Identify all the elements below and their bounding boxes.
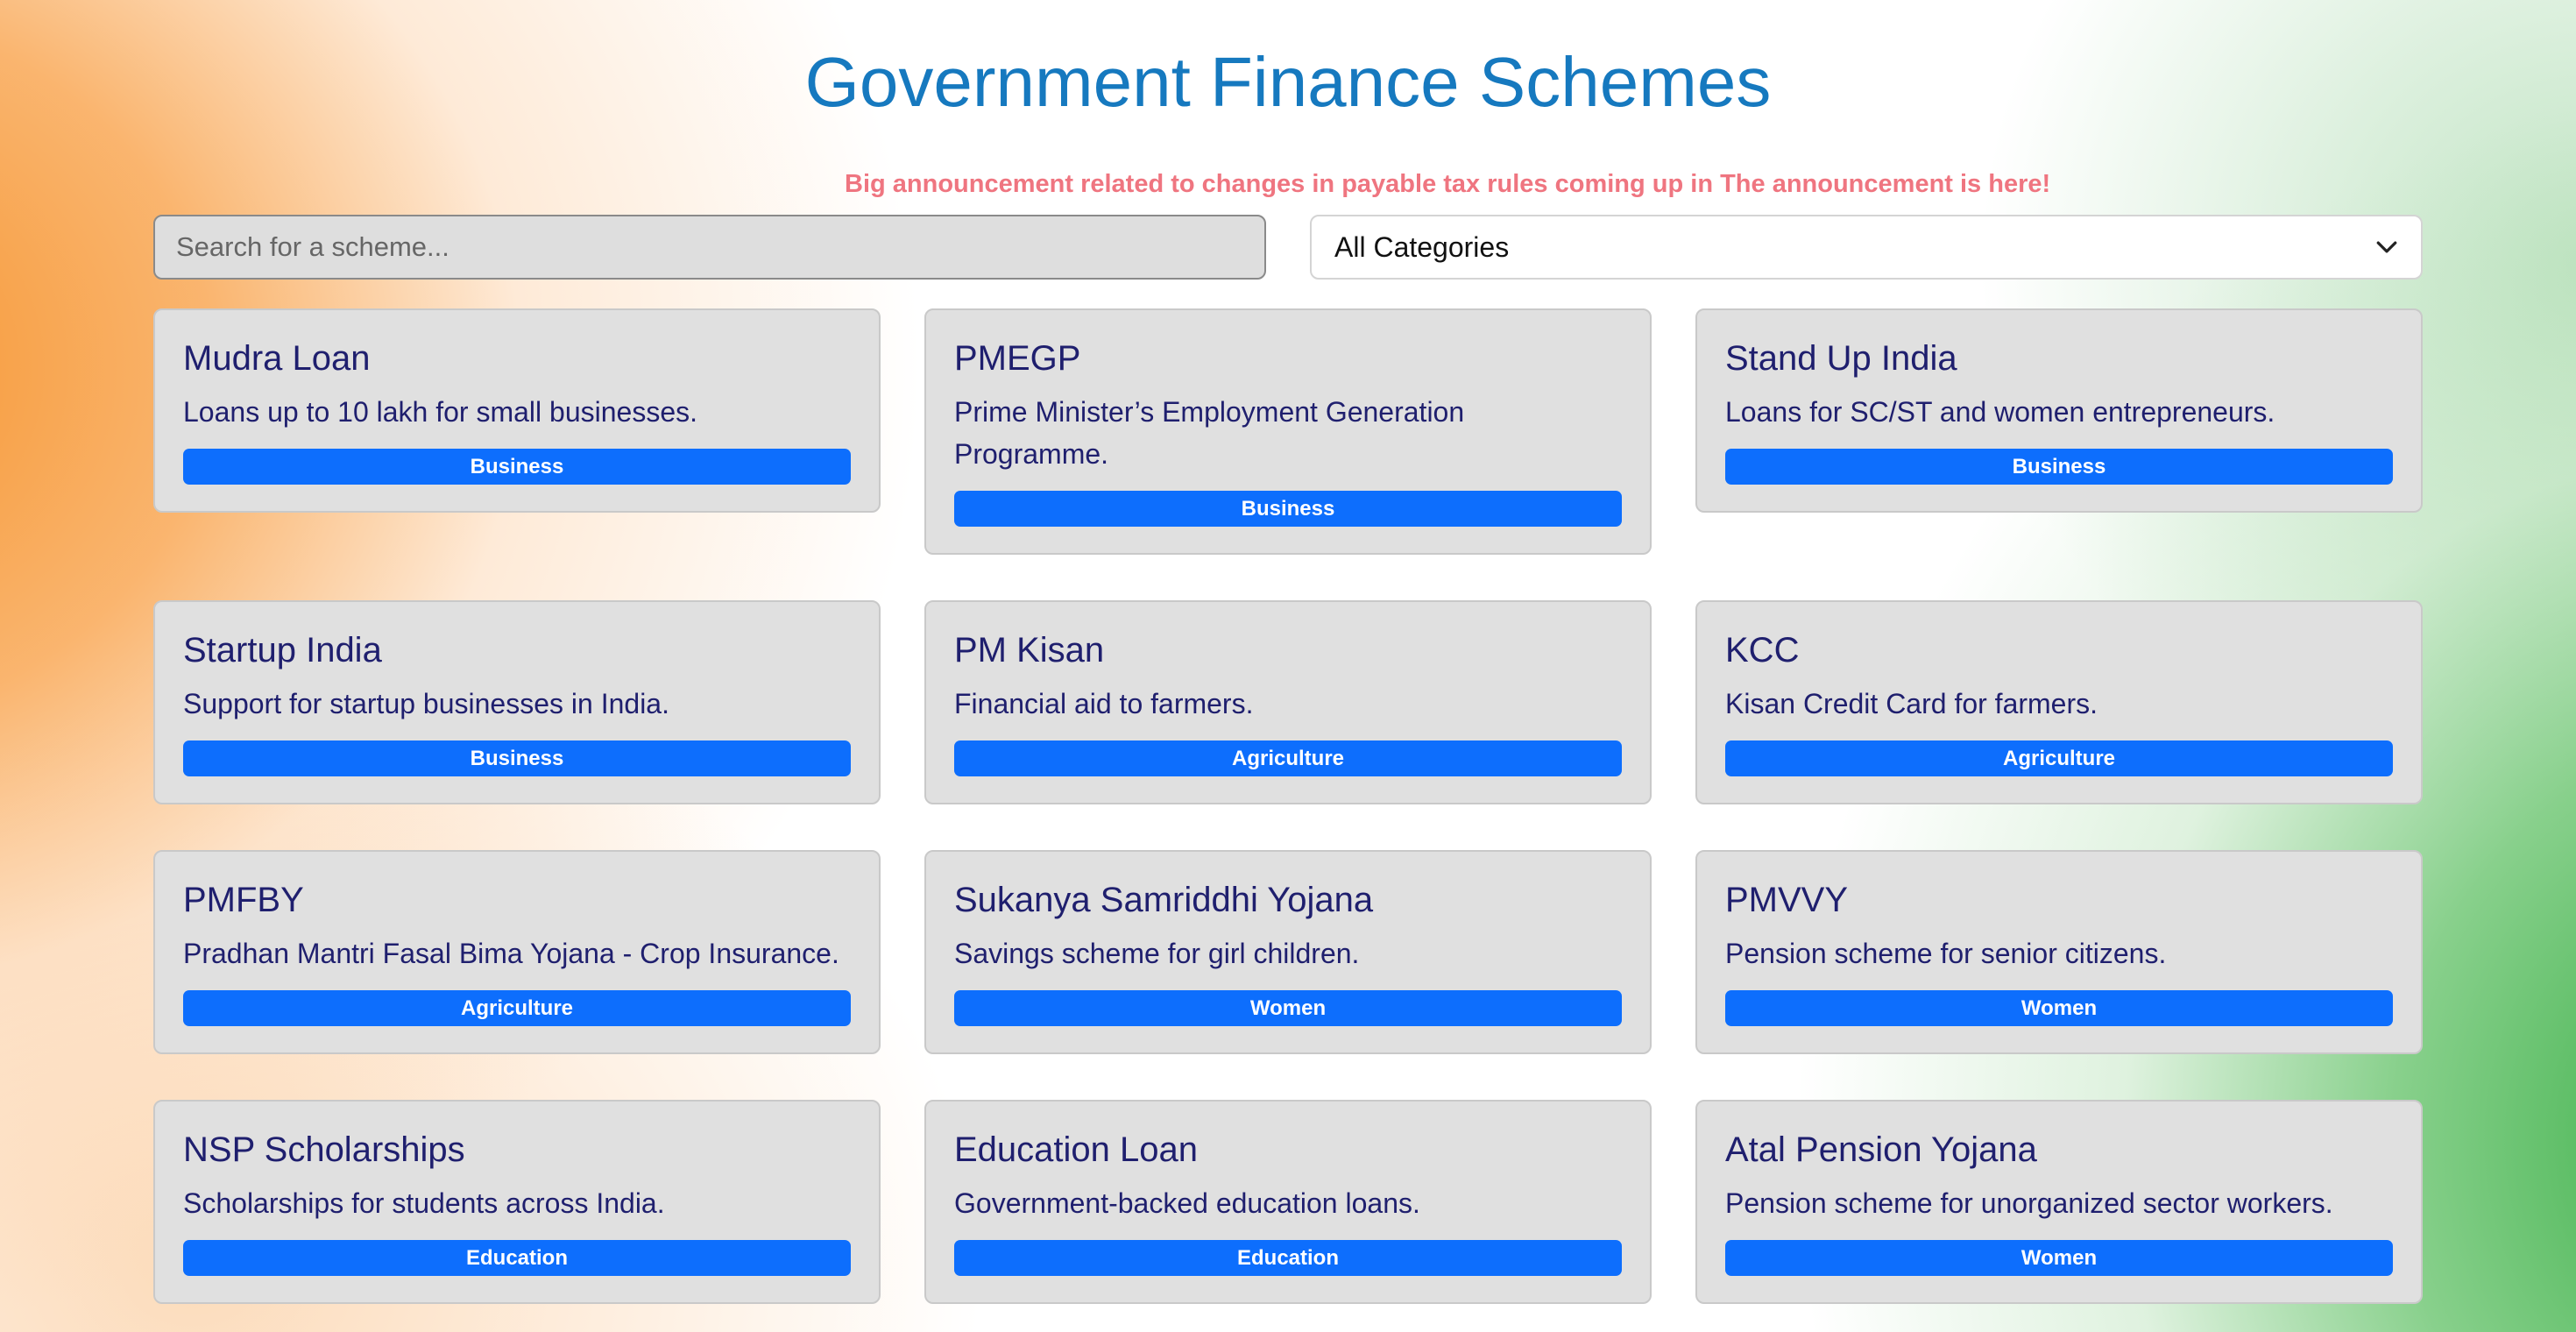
scheme-title: Atal Pension Yojana [1725, 1130, 2037, 1169]
scheme-description: Pension scheme for unorganized sector wo… [1725, 1187, 2333, 1219]
scheme-title: PM Kisan [954, 631, 1105, 670]
scheme-description: Scholarships for students across India. [183, 1187, 665, 1219]
page: Government Finance Schemes Big announcem… [0, 0, 2576, 1332]
scheme-description: Prime Minister’s Employment Generation P… [954, 396, 1465, 470]
category-select-value: All Categories [1334, 230, 1510, 263]
scheme-description: Support for startup businesses in India. [183, 688, 669, 719]
scheme-category-badge: Women [954, 990, 1622, 1026]
scheme-card-sukanya-samriddhi-yojana[interactable]: Sukanya Samriddhi Yojana Savings scheme … [924, 850, 1652, 1054]
scheme-title: Stand Up India [1725, 339, 1957, 378]
scheme-description: Savings scheme for girl children. [954, 938, 1360, 969]
scheme-card-stand-up-india[interactable]: Stand Up India Loans for SC/ST and women… [1695, 308, 2423, 513]
scheme-card-startup-india[interactable]: Startup India Support for startup busine… [153, 600, 881, 804]
scheme-category-badge: Business [183, 449, 851, 485]
search-input[interactable] [153, 215, 1266, 280]
scheme-title: NSP Scholarships [183, 1130, 465, 1169]
scheme-description: Kisan Credit Card for farmers. [1725, 688, 2098, 719]
category-select[interactable]: All Categories [1310, 215, 2423, 280]
scheme-category-badge: Women [1725, 990, 2393, 1026]
scheme-card-atal-pension-yojana[interactable]: Atal Pension Yojana Pension scheme for u… [1695, 1100, 2423, 1304]
page-title: Government Finance Schemes [804, 43, 1772, 121]
scheme-title: PMVVY [1725, 881, 1849, 919]
scheme-title: Startup India [183, 631, 382, 670]
scheme-category-badge: Education [954, 1240, 1622, 1276]
scheme-description: Pension scheme for senior citizens. [1725, 938, 2167, 969]
scheme-category-badge: Business [1725, 449, 2393, 485]
chevron-down-icon [2376, 241, 2397, 253]
scheme-description: Loans up to 10 lakh for small businesses… [183, 396, 697, 428]
scheme-title: Education Loan [954, 1130, 1199, 1169]
scheme-description: Government-backed education loans. [954, 1187, 1420, 1219]
scheme-card-nsp-scholarships[interactable]: NSP Scholarships Scholarships for studen… [153, 1100, 881, 1304]
scheme-card-mudra-loan[interactable]: Mudra Loan Loans up to 10 lakh for small… [153, 308, 881, 513]
scheme-card-pmvvy[interactable]: PMVVY Pension scheme for senior citizens… [1695, 850, 2423, 1054]
scheme-title: PMFBY [183, 881, 304, 919]
scheme-card-pm-kisan[interactable]: PM Kisan Financial aid to farmers. Agric… [924, 600, 1652, 804]
scheme-category-badge: Agriculture [954, 740, 1622, 776]
scheme-title: Sukanya Samriddhi Yojana [954, 881, 1374, 919]
scheme-card-pmfby[interactable]: PMFBY Pradhan Mantri Fasal Bima Yojana -… [153, 850, 881, 1054]
scheme-category-badge: Business [954, 491, 1622, 527]
scheme-title: Mudra Loan [183, 339, 371, 378]
scheme-description: Loans for SC/ST and women entrepreneurs. [1725, 396, 2275, 428]
scheme-card-kcc[interactable]: KCC Kisan Credit Card for farmers. Agric… [1695, 600, 2423, 804]
scheme-title: KCC [1725, 631, 1800, 670]
scheme-description: Pradhan Mantri Fasal Bima Yojana - Crop … [183, 938, 839, 969]
scheme-category-badge: Women [1725, 1240, 2393, 1276]
scheme-category-badge: Agriculture [183, 990, 851, 1026]
announcement-banner: Big announcement related to changes in p… [845, 170, 2051, 198]
scheme-card-education-loan[interactable]: Education Loan Government-backed educati… [924, 1100, 1652, 1304]
scheme-category-badge: Education [183, 1240, 851, 1276]
scheme-title: PMEGP [954, 339, 1081, 378]
scheme-card-pmegp[interactable]: PMEGP Prime Minister’s Employment Genera… [924, 308, 1652, 555]
scheme-category-badge: Agriculture [1725, 740, 2393, 776]
scheme-category-badge: Business [183, 740, 851, 776]
scheme-description: Financial aid to farmers. [954, 688, 1254, 719]
